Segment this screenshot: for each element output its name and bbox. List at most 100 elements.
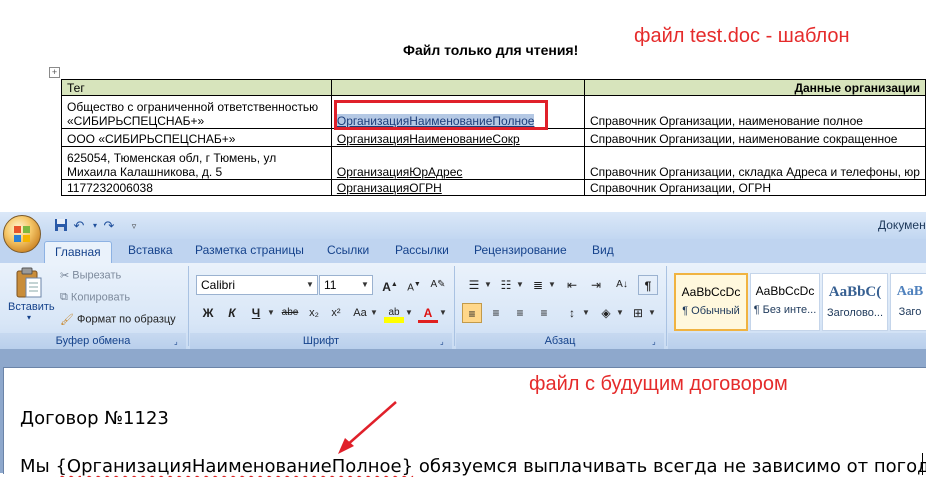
tag-field[interactable]: ОрганизацияЮрАдрес [337,165,463,179]
multilevel-dropdown-icon[interactable]: ▼ [546,276,558,294]
sort-icon[interactable]: A↓ [612,275,632,295]
contract-heading[interactable]: Договор №1123 [20,408,169,429]
borders-icon[interactable]: ⊞ [628,303,648,323]
highlight-dropdown-icon[interactable]: ▼ [403,304,415,322]
tab-mailings[interactable]: Рассылки [395,243,449,257]
grow-font-button[interactable]: A▲ [380,275,400,295]
clipboard-group-label: Буфер обмена [0,333,186,349]
underline-dropdown-icon[interactable]: ▼ [265,304,277,322]
save-icon[interactable] [52,218,70,234]
cut-label: Вырезать [72,269,122,282]
header-empty [330,79,585,96]
shading-dropdown-icon[interactable]: ▼ [614,304,626,322]
tag-field[interactable]: ОрганизацияОГРН [337,181,442,195]
tab-review[interactable]: Рецензирование [474,243,567,257]
shrink-font-button[interactable]: A▼ [404,275,424,295]
description-cell[interactable]: Справочник Организации, наименование пол… [583,95,926,129]
paste-label: Вставить [8,301,55,313]
group-separator [188,266,189,346]
org-value-cell[interactable]: ООО «СИБИРЬСПЕЦСНАБ+» [61,128,332,147]
header-tag: Тег [61,79,332,96]
tag-field[interactable]: ОрганизацияНаименованиеСокр [337,132,520,146]
show-marks-icon[interactable]: ¶ [638,275,658,295]
table-row: ООО «СИБИРЬСПЕЦСНАБ+» ОрганизацияНаимено… [61,128,926,147]
decrease-indent-icon[interactable]: ⇤ [562,275,582,295]
clipboard-launcher-icon[interactable]: ⌟ [174,337,183,346]
document-page[interactable]: файл с будущим договором Договор №1123 М… [3,367,926,477]
tag-cell[interactable]: ОрганизацияНаименованиеСокр [330,128,585,147]
copy-button[interactable]: ⧉ Копировать [60,291,130,304]
font-name-dropdown-icon[interactable]: ▼ [304,276,316,294]
font-size-dropdown-icon[interactable]: ▼ [359,276,371,294]
align-left-icon[interactable]: ≡ [462,303,482,323]
paragraph-launcher-icon[interactable]: ⌟ [652,337,661,346]
bullets-icon[interactable]: ☰ [464,275,484,295]
tab-page-layout[interactable]: Разметка страницы [195,243,304,257]
bullets-dropdown-icon[interactable]: ▼ [482,276,494,294]
cut-button[interactable]: ✂ Вырезать [60,269,121,282]
tab-references[interactable]: Ссылки [327,243,369,257]
change-case-button[interactable]: Aa [350,303,370,323]
superscript-button[interactable]: x² [326,303,346,323]
office-logo-icon [14,226,30,242]
description-cell[interactable]: Справочник Организации, наименование сок… [583,128,926,147]
font-name-combo[interactable]: Calibri [196,275,318,295]
tab-home[interactable]: Главная [44,241,112,263]
format-painter-button[interactable]: 🖌 Формат по образцу [60,313,176,326]
numbering-dropdown-icon[interactable]: ▼ [514,276,526,294]
numbering-icon[interactable]: ☷ [496,275,516,295]
subscript-button[interactable]: x₂ [304,303,324,323]
underline-button[interactable]: Ч [246,303,266,323]
increase-indent-icon[interactable]: ⇥ [586,275,606,295]
contract-annotation: файл с будущим договором [529,373,788,395]
style-heading-2[interactable]: AaB Заго [890,273,926,331]
style-normal[interactable]: AaBbCcDc ¶ Обычный [674,273,748,331]
paste-button[interactable]: Вставить ▾ [8,267,55,325]
ribbon-tabs: Главная Вставка Разметка страницы Ссылки… [0,239,926,263]
change-case-dropdown-icon[interactable]: ▼ [368,304,380,322]
font-color-dropdown-icon[interactable]: ▼ [437,304,449,322]
style-heading-1[interactable]: AaBbC( Заголово... [822,273,888,331]
contract-line[interactable]: Мы {ОрганизацияНаименованиеПолное} обязу… [20,456,926,477]
text-cursor [922,453,923,475]
window-title: Докумен [878,218,926,232]
bold-button[interactable]: Ж [198,303,218,323]
tag-cell[interactable]: ОрганизацияОГРН [330,179,585,196]
align-right-icon[interactable]: ≡ [510,303,530,323]
template-document: Файл только для чтения! файл test.doc - … [0,0,926,212]
org-value-cell[interactable]: 1177232006038 [61,179,332,196]
org-value-cell[interactable]: 625054, Тюменская обл, г Тюмень, ул Михаи… [61,146,332,180]
org-value-cell[interactable]: Общество с ограниченной ответственностью… [61,95,332,129]
font-color-button[interactable]: A [418,303,438,323]
word-window: ↶ ▾ ↷ ▿ Докумен Главная Вставка Разметка… [0,212,926,477]
line-spacing-dropdown-icon[interactable]: ▼ [580,304,592,322]
justify-icon[interactable]: ≡ [534,303,554,323]
font-launcher-icon[interactable]: ⌟ [440,337,449,346]
align-center-icon[interactable]: ≡ [486,303,506,323]
highlight-button[interactable]: ab [384,303,404,323]
borders-dropdown-icon[interactable]: ▼ [646,304,658,322]
description-cell[interactable]: Справочник Организации, складка Адреса и… [583,146,926,180]
office-button[interactable] [3,215,41,253]
group-separator [666,266,667,346]
merge-field[interactable]: {ОрганизацияНаименованиеПолное} [55,456,413,477]
customize-qat-icon[interactable]: ▿ [125,218,143,234]
redo-icon[interactable]: ↷ [100,218,118,234]
clear-formatting-icon[interactable]: A✎ [428,275,448,295]
style-no-spacing[interactable]: AaBbCcDc ¶ Без инте... [750,273,820,331]
shading-icon[interactable]: ◈ [596,303,616,323]
format-painter-label: Формат по образцу [77,313,176,326]
tag-cell[interactable]: ОрганизацияЮрАдрес [330,146,585,180]
italic-button[interactable]: К [222,303,242,323]
paste-icon [16,267,42,298]
header-org-data: Данные организации [583,79,926,96]
paste-dropdown-icon[interactable]: ▾ [8,313,50,322]
description-cell[interactable]: Справочник Организации, ОГРН [583,179,926,196]
multilevel-list-icon[interactable]: ≣ [528,275,548,295]
tab-insert[interactable]: Вставка [128,243,173,257]
tab-view[interactable]: Вид [592,243,614,257]
strikethrough-button[interactable]: abe [280,303,300,323]
paragraph-group-label: Абзац [456,333,664,349]
table-move-handle-icon[interactable]: + [49,67,60,78]
line-spacing-icon[interactable]: ↕ [562,303,582,323]
